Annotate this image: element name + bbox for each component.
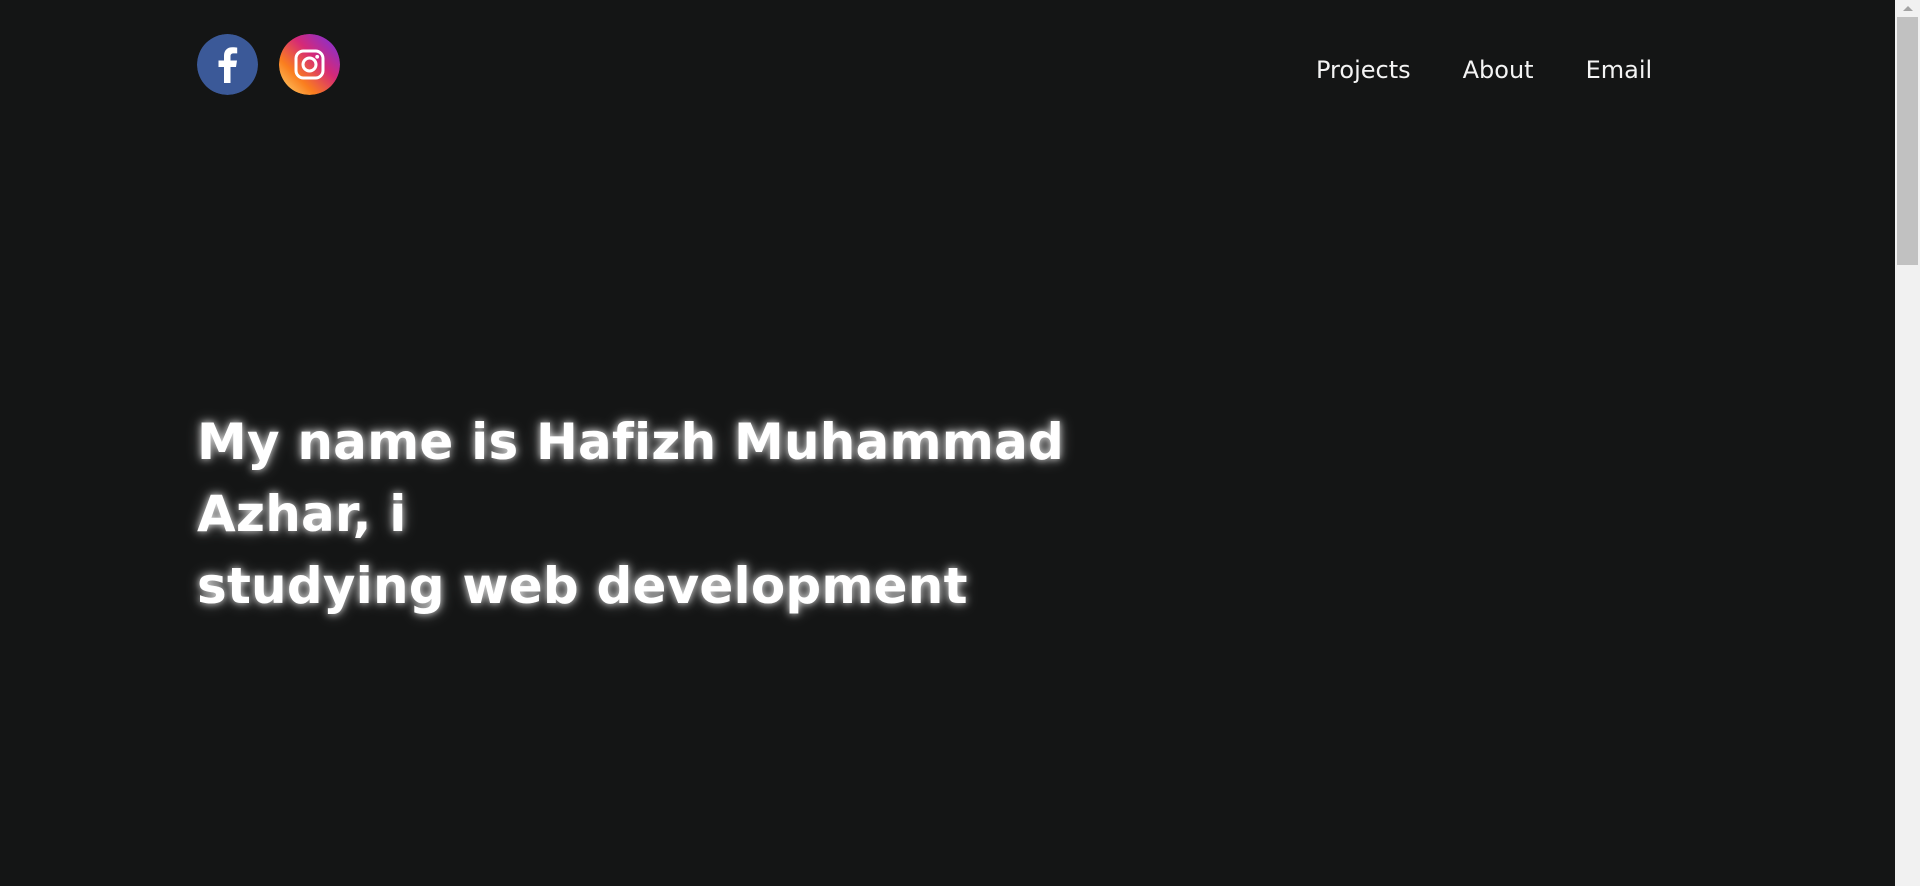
hero-heading: My name is Hafizh Muhammad Azhar, i stud… — [197, 406, 1197, 622]
facebook-link[interactable] — [197, 34, 258, 95]
social-links — [197, 34, 340, 95]
nav-projects[interactable]: Projects — [1316, 52, 1411, 88]
scroll-up-arrow-icon[interactable] — [1895, 0, 1920, 17]
hero-line-1: My name is Hafizh Muhammad Azhar, i — [197, 413, 1065, 543]
main-nav: Projects About Email — [1316, 52, 1652, 88]
vertical-scrollbar[interactable] — [1895, 0, 1920, 886]
instagram-link[interactable] — [279, 34, 340, 95]
nav-about[interactable]: About — [1463, 52, 1534, 88]
nav-email[interactable]: Email — [1586, 52, 1653, 88]
scrollbar-thumb[interactable] — [1897, 17, 1918, 265]
page: Projects About Email My name is Hafizh M… — [0, 0, 1895, 886]
facebook-icon — [197, 34, 258, 95]
hero-line-2: studying web development — [197, 557, 968, 615]
instagram-icon — [279, 34, 340, 95]
